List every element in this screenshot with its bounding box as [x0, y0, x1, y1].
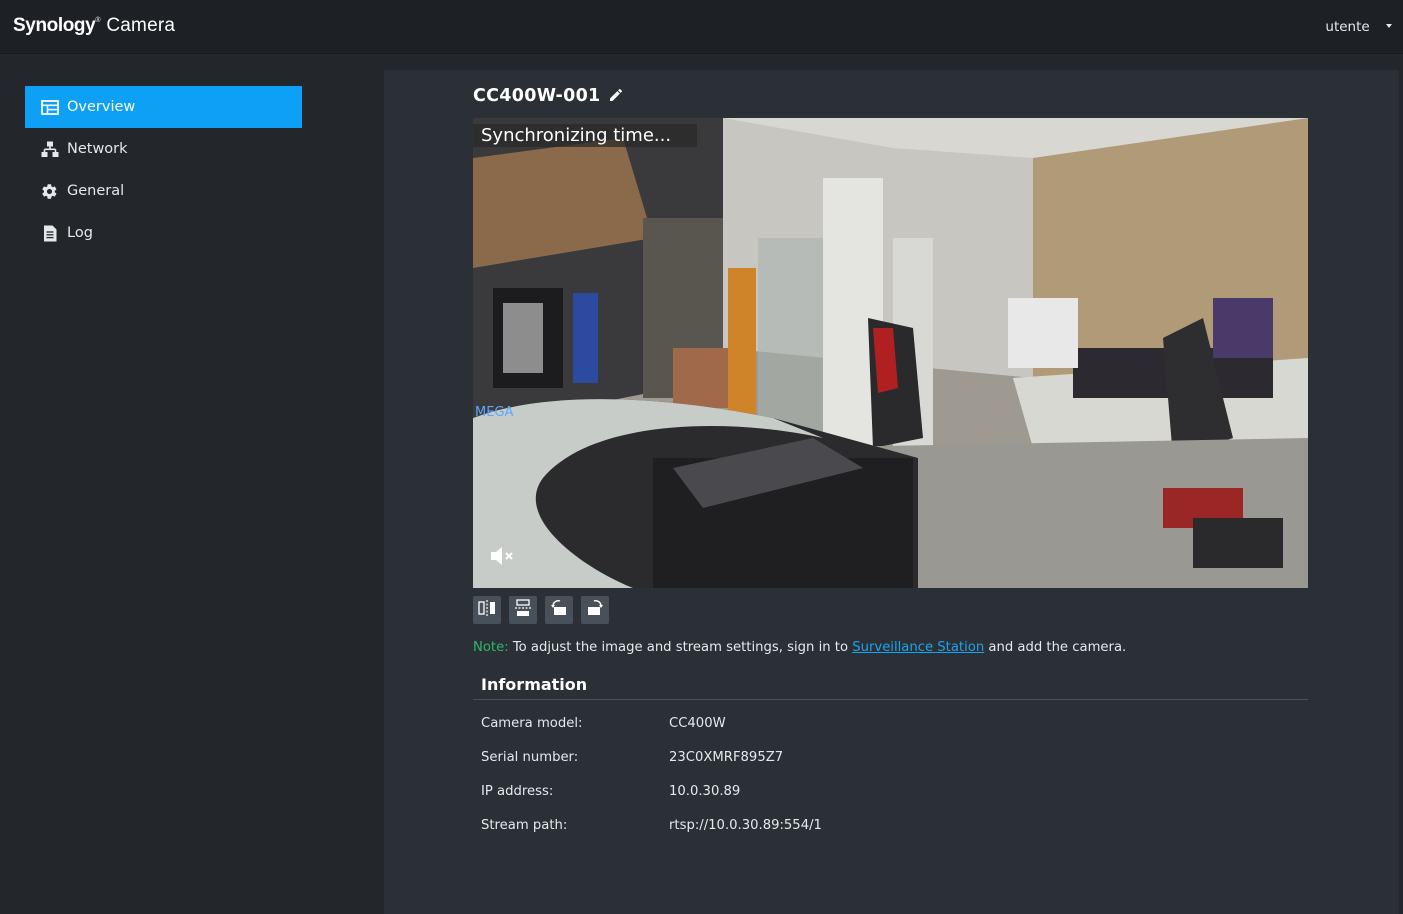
- svg-text:MEGA: MEGA: [475, 405, 514, 420]
- sidebar-item-label: Network: [67, 141, 128, 157]
- gear-icon: [40, 182, 59, 201]
- main-panel: CC400W-001 MEGA Synchronizing time... No…: [384, 70, 1399, 914]
- caret-down-icon: [1386, 24, 1392, 28]
- brand-name: Synology®: [13, 15, 101, 36]
- flip-vertical-icon: [515, 599, 531, 621]
- info-value: CC400W: [669, 716, 726, 731]
- note-text-after: and add the camera.: [984, 640, 1127, 655]
- divider: [473, 699, 1308, 700]
- rotate-right-icon: [586, 599, 604, 621]
- settings-note: Note: To adjust the image and stream set…: [473, 640, 1126, 655]
- camera-live-view[interactable]: MEGA Synchronizing time...: [473, 118, 1308, 588]
- note-text-before: To adjust the image and stream settings,…: [508, 640, 853, 655]
- network-icon: [40, 140, 59, 159]
- info-label: Serial number:: [481, 750, 579, 765]
- product-name: Camera: [106, 15, 176, 36]
- surveillance-station-link[interactable]: Surveillance Station: [852, 640, 984, 655]
- sidebar: Overview Network General Log: [0, 54, 384, 914]
- user-menu[interactable]: utente: [1325, 19, 1392, 35]
- time-sync-overlay: Synchronizing time...: [473, 124, 697, 147]
- log-icon: [40, 224, 59, 243]
- info-value: 23C0XMRF895Z7: [669, 750, 784, 765]
- top-bar: Synology® Camera utente: [0, 0, 1403, 54]
- rotate-left-icon: [550, 599, 568, 621]
- camera-name: CC400W-001: [473, 86, 601, 106]
- sidebar-item-overview[interactable]: Overview: [25, 86, 302, 128]
- camera-scene-image: MEGA: [473, 118, 1308, 588]
- edit-icon[interactable]: [608, 87, 624, 103]
- image-toolbar: [473, 596, 617, 624]
- information-heading: Information: [481, 675, 588, 694]
- info-label: Stream path:: [481, 818, 568, 833]
- rotate-left-button[interactable]: [545, 596, 573, 624]
- volume-muted-icon[interactable]: [489, 544, 519, 568]
- sidebar-item-label: Log: [67, 225, 93, 241]
- synology-camera-logo: Synology® Camera: [13, 15, 175, 37]
- info-label: IP address:: [481, 784, 554, 799]
- page-edge: [1399, 54, 1403, 914]
- info-value: rtsp://10.0.30.89:554/1: [669, 818, 822, 833]
- info-value: 10.0.30.89: [669, 784, 741, 799]
- sidebar-item-label: General: [67, 183, 125, 199]
- sidebar-item-label: Overview: [67, 99, 136, 115]
- sidebar-item-network[interactable]: Network: [25, 128, 302, 170]
- note-prefix: Note:: [473, 640, 509, 655]
- info-label: Camera model:: [481, 716, 583, 731]
- rotate-right-button[interactable]: [581, 596, 609, 624]
- overview-icon: [40, 98, 59, 117]
- user-name: utente: [1325, 19, 1370, 35]
- flip-horizontal-button[interactable]: [473, 596, 501, 624]
- sidebar-item-general[interactable]: General: [25, 170, 302, 212]
- sidebar-item-log[interactable]: Log: [25, 212, 302, 254]
- flip-vertical-button[interactable]: [509, 596, 537, 624]
- flip-horizontal-icon: [478, 600, 496, 620]
